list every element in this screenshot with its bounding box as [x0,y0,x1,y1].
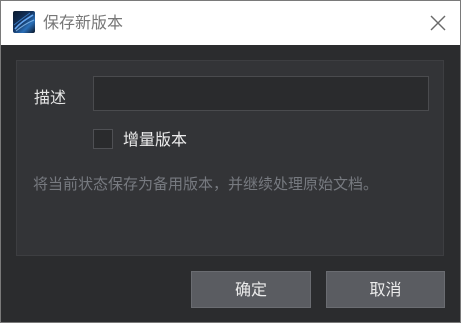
cancel-button[interactable]: 取消 [326,271,445,308]
dialog-title: 保存新版本 [43,13,124,32]
description-input[interactable] [93,76,429,111]
ok-button[interactable]: 确定 [191,271,311,308]
title-bar: 保存新版本 [1,1,460,45]
incremental-version-label[interactable]: 增量版本 [123,129,187,151]
description-label: 描述 [34,88,67,107]
app-logo-icon [13,11,35,33]
close-button[interactable] [424,9,452,37]
form-panel: 描述 增量版本 将当前状态保存为备用版本，并继续处理原始文档。 [16,60,444,256]
hint-text: 将当前状态保存为备用版本，并继续处理原始文档。 [33,175,379,193]
incremental-version-checkbox[interactable] [93,129,113,149]
close-icon[interactable] [424,9,452,37]
save-new-version-dialog: 保存新版本 描述 增量版本 将当前状态保存为备用版本，并继续处理原始文档。 确定… [0,0,461,323]
